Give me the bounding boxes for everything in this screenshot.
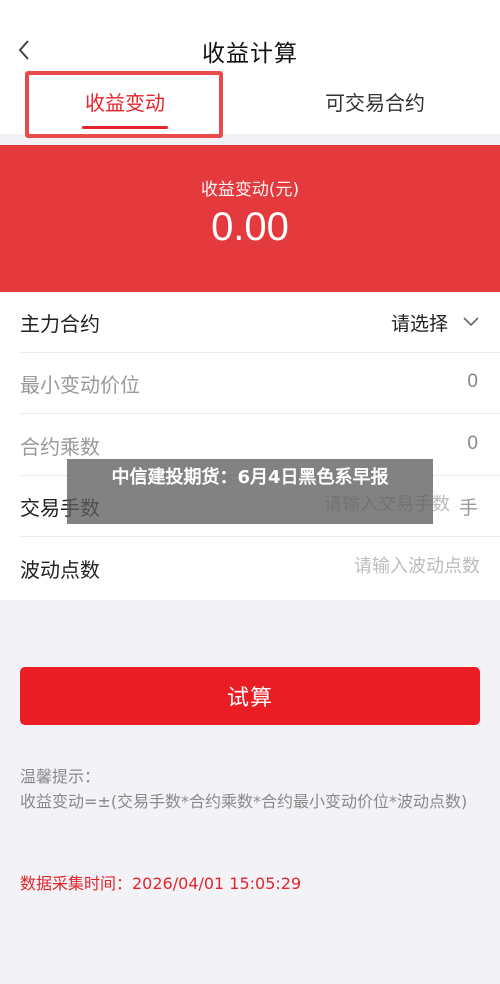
divider [20, 413, 500, 414]
min-tick-row: 最小变动价位 0 [0, 353, 500, 414]
profit-change-label: 收益变动(元) [200, 180, 300, 200]
multiplier-value: 0 [467, 433, 478, 454]
profit-change-value: 0.00 [211, 205, 289, 249]
min-tick-label: 最小变动价位 [20, 373, 140, 397]
news-caption-overlay: 中信建投期货：6月4日黑色系早报 [67, 459, 433, 524]
profit-summary-panel: 收益变动(元) 0.00 [0, 145, 500, 292]
calc-form: 主力合约 请选择 最小变动价位 0 合约乘数 0 交易手数 手 波动点数 [0, 292, 500, 600]
annotation-highlight-box [25, 71, 223, 138]
main-contract-row[interactable]: 主力合约 请选择 [0, 292, 500, 353]
min-tick-value: 0 [467, 371, 478, 392]
tips-formula: 收益变动=±(交易手数*合约乘数*合约最小变动价位*波动点数) [20, 792, 468, 811]
ticks-row: 波动点数 [0, 538, 500, 599]
lots-unit: 手 [458, 497, 478, 519]
tips-title: 温馨提示： [20, 767, 101, 786]
main-contract-label: 主力合约 [20, 312, 100, 336]
page-title: 收益计算 [202, 41, 298, 67]
tab-tradable-contracts[interactable]: 可交易合约 [250, 78, 500, 134]
multiplier-label: 合约乘数 [20, 435, 100, 459]
main-contract-select[interactable]: 请选择 [391, 309, 448, 336]
divider [20, 536, 500, 537]
chevron-down-icon[interactable] [462, 316, 480, 328]
calculate-button[interactable]: 试算 [20, 667, 480, 725]
nav-bar: 收益计算 [0, 0, 500, 78]
ticks-label: 波动点数 [20, 558, 100, 582]
ticks-input[interactable] [230, 556, 480, 577]
data-collection-time: 数据采集时间：2026/04/01 15:05:29 [20, 874, 302, 893]
